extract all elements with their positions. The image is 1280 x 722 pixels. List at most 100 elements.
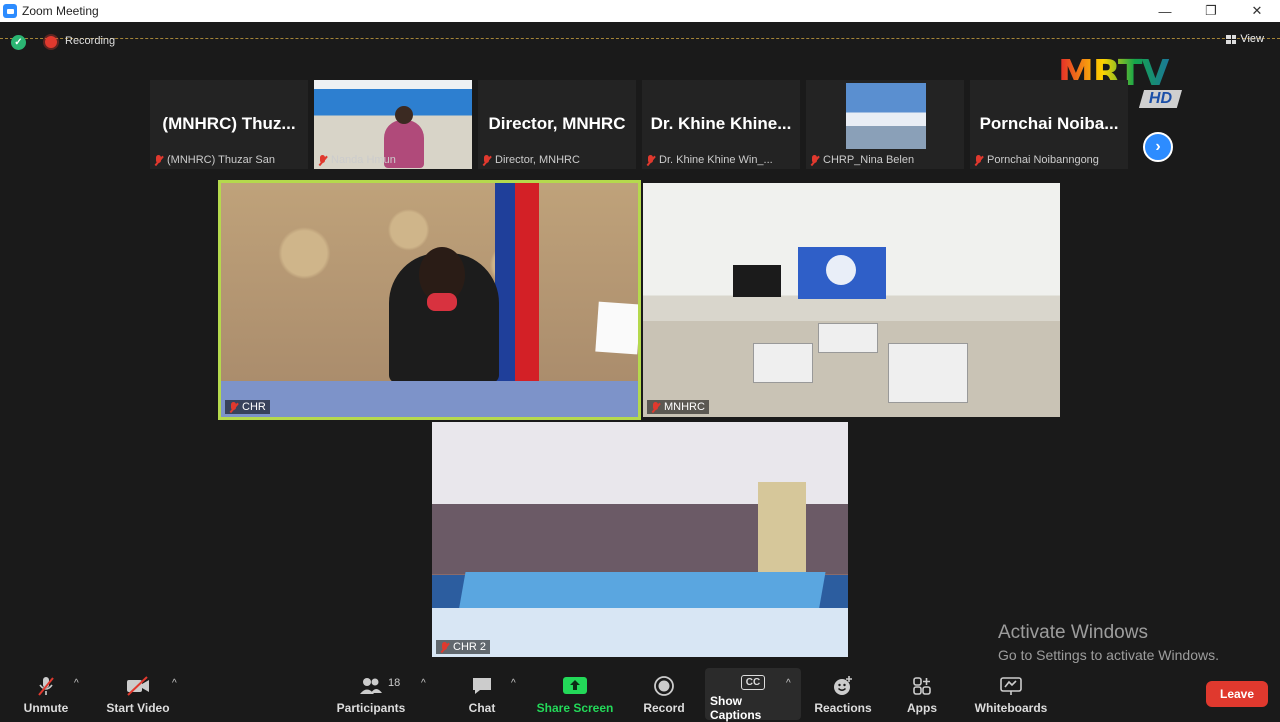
participant-label: Pornchai Noibanngong bbox=[974, 154, 1124, 166]
participant-thumbnail[interactable]: Pornchai Noiba... Pornchai Noibanngong bbox=[970, 80, 1128, 169]
face-mask bbox=[427, 293, 457, 311]
participant-display-name: Pornchai Noiba... bbox=[979, 114, 1119, 133]
participants-options-caret[interactable]: ^ bbox=[421, 678, 426, 689]
reactions-icon bbox=[832, 675, 854, 697]
participant-thumbnail[interactable]: Director, MNHRC Director, MNHRC bbox=[478, 80, 636, 169]
participant-label: Dr. Khine Khine Win_... bbox=[646, 154, 796, 166]
start-video-label: Start Video bbox=[106, 701, 170, 715]
meeting-toolbar: Unmute ^ Start Video ^ 18 Participants ^… bbox=[0, 668, 1280, 722]
muted-mic-icon bbox=[318, 154, 327, 166]
watermark-title: Activate Windows bbox=[998, 622, 1148, 643]
participant-label: CHRP_Nina Belen bbox=[810, 154, 960, 166]
chat-button[interactable]: Chat bbox=[462, 668, 502, 720]
unmute-label: Unmute bbox=[23, 701, 69, 715]
participant-label: Director, MNHRC bbox=[482, 154, 632, 166]
share-screen-icon bbox=[562, 675, 588, 697]
whiteboard-icon bbox=[999, 675, 1023, 697]
minimize-button[interactable]: — bbox=[1142, 0, 1188, 22]
view-button[interactable]: View bbox=[1226, 33, 1264, 45]
participant-display-name: Dr. Khine Khine... bbox=[650, 114, 792, 133]
whiteboards-label: Whiteboards bbox=[974, 701, 1048, 715]
share-screen-label: Share Screen bbox=[536, 701, 614, 715]
participants-icon: 18 bbox=[358, 675, 400, 697]
participant-label: Nanda Hmun bbox=[318, 154, 468, 166]
commission-banner bbox=[798, 247, 886, 299]
muted-mic-icon bbox=[482, 154, 491, 166]
participant-label: (MNHRC) Thuzar San bbox=[154, 154, 304, 166]
share-screen-button[interactable]: Share Screen bbox=[536, 668, 614, 720]
window-title: Zoom Meeting bbox=[22, 4, 99, 18]
broadcaster-hd-badge: HD bbox=[1138, 90, 1182, 108]
whiteboards-button[interactable]: Whiteboards bbox=[972, 668, 1050, 720]
window-titlebar: Zoom Meeting — ❐ ✕ bbox=[0, 0, 1280, 22]
participant-thumbnail[interactable]: Nanda Hmun bbox=[314, 80, 472, 169]
tile-name-tag: CHR 2 bbox=[436, 640, 491, 654]
video-off-icon bbox=[125, 675, 151, 697]
participant-display-name: Director, MNHRC bbox=[488, 114, 626, 133]
tile-name-tag: MNHRC bbox=[647, 400, 709, 414]
apps-icon bbox=[911, 675, 933, 697]
room-desk bbox=[753, 343, 813, 383]
view-label: View bbox=[1240, 33, 1264, 45]
participant-thumbnail[interactable]: (MNHRC) Thuz... (MNHRC) Thuzar San bbox=[150, 80, 308, 169]
apps-button[interactable]: Apps bbox=[902, 668, 942, 720]
record-button[interactable]: Record bbox=[640, 668, 688, 720]
windows-activation-watermark: Activate Windows Go to Settings to activ… bbox=[998, 622, 1219, 663]
recording-icon bbox=[45, 36, 57, 48]
chat-label: Chat bbox=[468, 701, 496, 715]
muted-mic-icon bbox=[974, 154, 983, 166]
video-tile-active-speaker[interactable]: CHR bbox=[218, 180, 641, 420]
video-options-caret[interactable]: ^ bbox=[172, 678, 177, 689]
muted-mic-icon bbox=[229, 401, 238, 413]
captions-options-caret[interactable]: ^ bbox=[786, 678, 791, 689]
reactions-button[interactable]: Reactions bbox=[814, 668, 872, 720]
conference-table bbox=[458, 572, 826, 612]
status-divider bbox=[0, 38, 1280, 39]
watermark-subtitle: Go to Settings to activate Windows. bbox=[998, 647, 1219, 663]
record-label: Record bbox=[643, 701, 685, 715]
grid-icon bbox=[1226, 34, 1237, 44]
record-icon bbox=[653, 675, 675, 697]
participant-display-name: (MNHRC) Thuz... bbox=[162, 114, 296, 133]
muted-mic-icon bbox=[440, 641, 449, 653]
start-video-button[interactable]: Start Video bbox=[104, 668, 172, 720]
conference-table bbox=[221, 381, 638, 417]
participant-thumbnail[interactable]: CHRP_Nina Belen bbox=[806, 80, 964, 169]
speaker-person bbox=[389, 247, 499, 383]
participant-thumbnail[interactable]: Dr. Khine Khine... Dr. Khine Khine Win_.… bbox=[642, 80, 800, 169]
flag-image bbox=[495, 183, 539, 383]
conference-table-front bbox=[432, 608, 848, 657]
leave-button[interactable]: Leave bbox=[1206, 681, 1268, 707]
video-tile[interactable]: CHR 2 bbox=[432, 422, 848, 657]
participants-count: 18 bbox=[388, 677, 401, 689]
participant-strip: (MNHRC) Thuz... (MNHRC) Thuzar San Nanda… bbox=[150, 80, 1128, 169]
paper-sheet bbox=[595, 301, 638, 355]
recording-label: Recording bbox=[65, 35, 116, 47]
room-tv bbox=[733, 265, 781, 297]
chat-options-caret[interactable]: ^ bbox=[511, 678, 516, 689]
tile-name-tag: CHR bbox=[225, 400, 270, 414]
zoom-app-icon bbox=[3, 4, 17, 18]
unmute-button[interactable]: Unmute bbox=[18, 668, 74, 720]
mic-muted-icon bbox=[35, 675, 57, 697]
close-button[interactable]: ✕ bbox=[1234, 0, 1280, 22]
muted-mic-icon bbox=[646, 154, 655, 166]
meeting-area: ✓ Recording View MRTV HD (MNHRC) Thuz...… bbox=[0, 22, 1280, 668]
show-captions-button[interactable]: CC Show Captions bbox=[710, 668, 796, 722]
participants-label: Participants bbox=[336, 701, 406, 715]
muted-mic-icon bbox=[651, 401, 660, 413]
audio-options-caret[interactable]: ^ bbox=[74, 678, 79, 689]
security-shield-icon[interactable]: ✓ bbox=[11, 35, 26, 50]
apps-label: Apps bbox=[907, 701, 937, 715]
muted-mic-icon bbox=[810, 154, 819, 166]
video-tile[interactable]: MNHRC bbox=[643, 183, 1060, 417]
reactions-label: Reactions bbox=[814, 701, 872, 715]
room-desk bbox=[818, 323, 878, 353]
window-controls: — ❐ ✕ bbox=[1142, 0, 1280, 22]
room-desk bbox=[888, 343, 968, 403]
restore-button[interactable]: ❐ bbox=[1188, 0, 1234, 22]
participants-button[interactable]: 18 Participants bbox=[336, 668, 406, 720]
next-page-chevron-icon[interactable]: › bbox=[1143, 132, 1173, 162]
muted-mic-icon bbox=[154, 154, 163, 166]
show-captions-label: Show Captions bbox=[710, 694, 762, 722]
